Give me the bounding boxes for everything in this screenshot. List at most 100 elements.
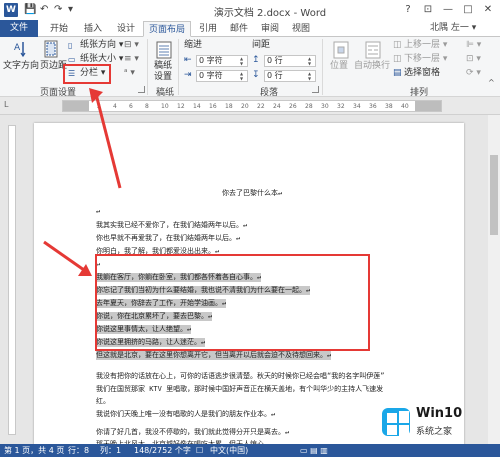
spacing-before-input[interactable]: 0 行 (264, 55, 316, 67)
tab-mailings[interactable]: 邮件 (225, 21, 253, 37)
indent-left-icon: ⇤ (184, 55, 192, 65)
send-backward-button[interactable]: 下移一层 ▾ (404, 54, 447, 65)
tab-design[interactable]: 设计 (111, 21, 141, 37)
view-mode-icons[interactable]: ▭ ▤ ▥ (300, 445, 328, 456)
ruler-tick-label: 34 (353, 103, 361, 110)
vertical-scrollbar[interactable] (488, 115, 500, 444)
vertical-ruler[interactable] (8, 125, 16, 435)
paragraph-line: 我没有把你的话放在心上，可你的话语逃步很清楚。秋天的时候你已经会唱“我的名字叫伊… (96, 372, 385, 380)
tab-home[interactable]: 开始 (44, 21, 74, 37)
breaks-icon[interactable]: ⊟ ▾ (124, 40, 139, 51)
position-button[interactable]: 位置 (330, 61, 348, 72)
tab-file[interactable]: 文件 (0, 20, 38, 37)
indent-left-input[interactable]: 0 字符 (196, 55, 248, 67)
ruler-tick-label: 4 (113, 103, 117, 110)
paragraph-line: 我说你们天晚上唯一没有唱歌的人是我们的朋友作业本。↵ (96, 410, 276, 418)
svg-text:A: A (14, 43, 21, 53)
paragraph-line: 你也早就不再爱我了，在我们结婚两年以后。↵ (96, 234, 241, 242)
selection-pane-icon: ▤ (393, 68, 402, 78)
ruler-tick-label: 16 (209, 103, 217, 110)
column-indicator: 列：1 (100, 446, 122, 455)
indent-right-input[interactable]: 0 字符 (196, 70, 248, 82)
paragraph-line: 红。 (96, 397, 110, 405)
wrap-text-button[interactable]: 自动换行 (354, 61, 390, 72)
hyphenation-icon[interactable]: ᵃ ▾ (124, 68, 135, 79)
close-icon[interactable]: ✕ (480, 2, 496, 18)
draft-paper-settings-label: 设置 (154, 72, 173, 82)
window-title: 演示文档 2.docx - Word (213, 8, 327, 19)
wrap-text-icon (365, 41, 381, 59)
watermark-subtitle: 系统之家 (416, 427, 453, 437)
bring-forward-icon: ◫ (393, 40, 402, 50)
ribbon-display-icon[interactable]: ⊡ (420, 2, 436, 18)
tab-page-layout[interactable]: 页面布局 (143, 21, 191, 37)
draft-paper-settings-button[interactable]: 稿纸 (154, 61, 172, 72)
paragraph-launcher-icon[interactable] (312, 86, 319, 93)
title-bar: W 💾 ↶ ↷ ▾ 演示文档 2.docx - Word ? ⊡ — □ ✕ (0, 0, 500, 20)
ribbon-tab-bar: 文件 开始 插入 设计 页面布局 引用 邮件 审阅 视图 (0, 20, 500, 37)
spacing-after-input[interactable]: 0 行 (264, 70, 316, 82)
page-count[interactable]: 第 1 页，共 4 页 (4, 445, 64, 456)
group-divider (147, 39, 148, 95)
collapse-ribbon-icon[interactable]: ^ (488, 77, 495, 88)
page-setup-launcher-icon[interactable] (138, 86, 145, 93)
tab-selector-icon[interactable]: L (4, 100, 8, 109)
bring-forward-button[interactable]: 上移一层 ▾ (404, 40, 447, 51)
ruler-tick-label: 2 (97, 103, 101, 110)
proofing-icon[interactable]: ☐ (196, 445, 203, 456)
rotate-icon[interactable]: ⟳ ▾ (466, 68, 481, 79)
ruler-tick-label: 20 (241, 103, 249, 110)
ruler-tick-label: 30 (321, 103, 329, 110)
ruler-tick-label: 26 (289, 103, 297, 110)
maximize-icon[interactable]: □ (460, 2, 476, 18)
ruler-tick-label: 40 (401, 103, 409, 110)
spacing-label: 间距 (252, 40, 271, 50)
status-bar: 第 1 页，共 4 页 行：8 列：1 148/2752 个字 ☐ 中文(中国)… (0, 444, 500, 457)
tab-insert[interactable]: 插入 (78, 21, 108, 37)
redo-icon[interactable]: ↷ (54, 4, 62, 16)
horizontal-ruler[interactable]: 2 4 6 8 10 12 14 16 18 20 22 24 26 28 30 32 34 36 38 40 (62, 100, 442, 112)
tab-references[interactable]: 引用 (194, 21, 222, 37)
ruler-tick-label: 6 (129, 103, 133, 110)
language-indicator[interactable]: 中文(中国) (210, 445, 248, 456)
tab-review[interactable]: 审阅 (256, 21, 284, 37)
ruler-tick-label: 14 (193, 103, 201, 110)
customize-quick-access-icon[interactable]: ▾ (68, 4, 73, 16)
orientation-button[interactable]: 纸张方向 ▾ (80, 40, 123, 51)
ruler-tick-label: 8 (145, 103, 149, 110)
scrollbar-thumb[interactable] (490, 155, 498, 235)
ruler-tick-label: 18 (225, 103, 233, 110)
watermark-brand: Win10 (416, 406, 463, 421)
ruler-tick-label: 12 (177, 103, 185, 110)
ruler-tick-label: 32 (337, 103, 345, 110)
document-heading: 你去了巴黎什么本↵ (222, 189, 283, 197)
spacing-after-icon: ↧ (252, 70, 260, 80)
user-account[interactable]: 北隅 左一 ▾ (430, 21, 476, 35)
line-numbers-icon[interactable]: ≡ ▾ (124, 54, 139, 65)
position-icon (333, 41, 349, 59)
draft-paper-icon (156, 41, 172, 59)
selection-pane-button[interactable]: 选择窗格 (404, 68, 440, 79)
paragraph-line: 我们在国贸那家 KTV 里唱歌，那时候中国好声音正在横天盖地，有个叫华少的主持人… (96, 385, 384, 393)
align-icon[interactable]: ⊫ ▾ (466, 40, 481, 51)
help-icon[interactable]: ? (400, 2, 416, 18)
ruler-right-margin (415, 101, 441, 111)
word-app-icon[interactable]: W (4, 3, 18, 17)
save-icon[interactable]: 💾 (24, 4, 36, 16)
ruler-tick-label: 22 (257, 103, 265, 110)
tab-view[interactable]: 视图 (287, 21, 315, 37)
group-icon[interactable]: ⊡ ▾ (466, 54, 481, 65)
win10-watermark: Win10 系统之家 (382, 404, 500, 444)
text-direction-button[interactable]: 文字方向 (3, 61, 39, 72)
selected-line: 但这就是北京，要在这里你想离开它，但当离开以后就会迫不及待想回来。↵ (96, 351, 332, 360)
spacing-before-icon: ↥ (252, 55, 260, 65)
minimize-icon[interactable]: — (440, 2, 456, 18)
ruler-tick-label: 38 (385, 103, 393, 110)
ruler-tick-label: 28 (305, 103, 313, 110)
ruler-tick-label: 36 (369, 103, 377, 110)
ruler-tick-label: 10 (161, 103, 169, 110)
columns-annotation-box (63, 64, 111, 84)
word-count[interactable]: 148/2752 个字 (134, 445, 191, 456)
send-backward-icon: ◫ (393, 54, 402, 64)
undo-icon[interactable]: ↶ (40, 4, 48, 16)
